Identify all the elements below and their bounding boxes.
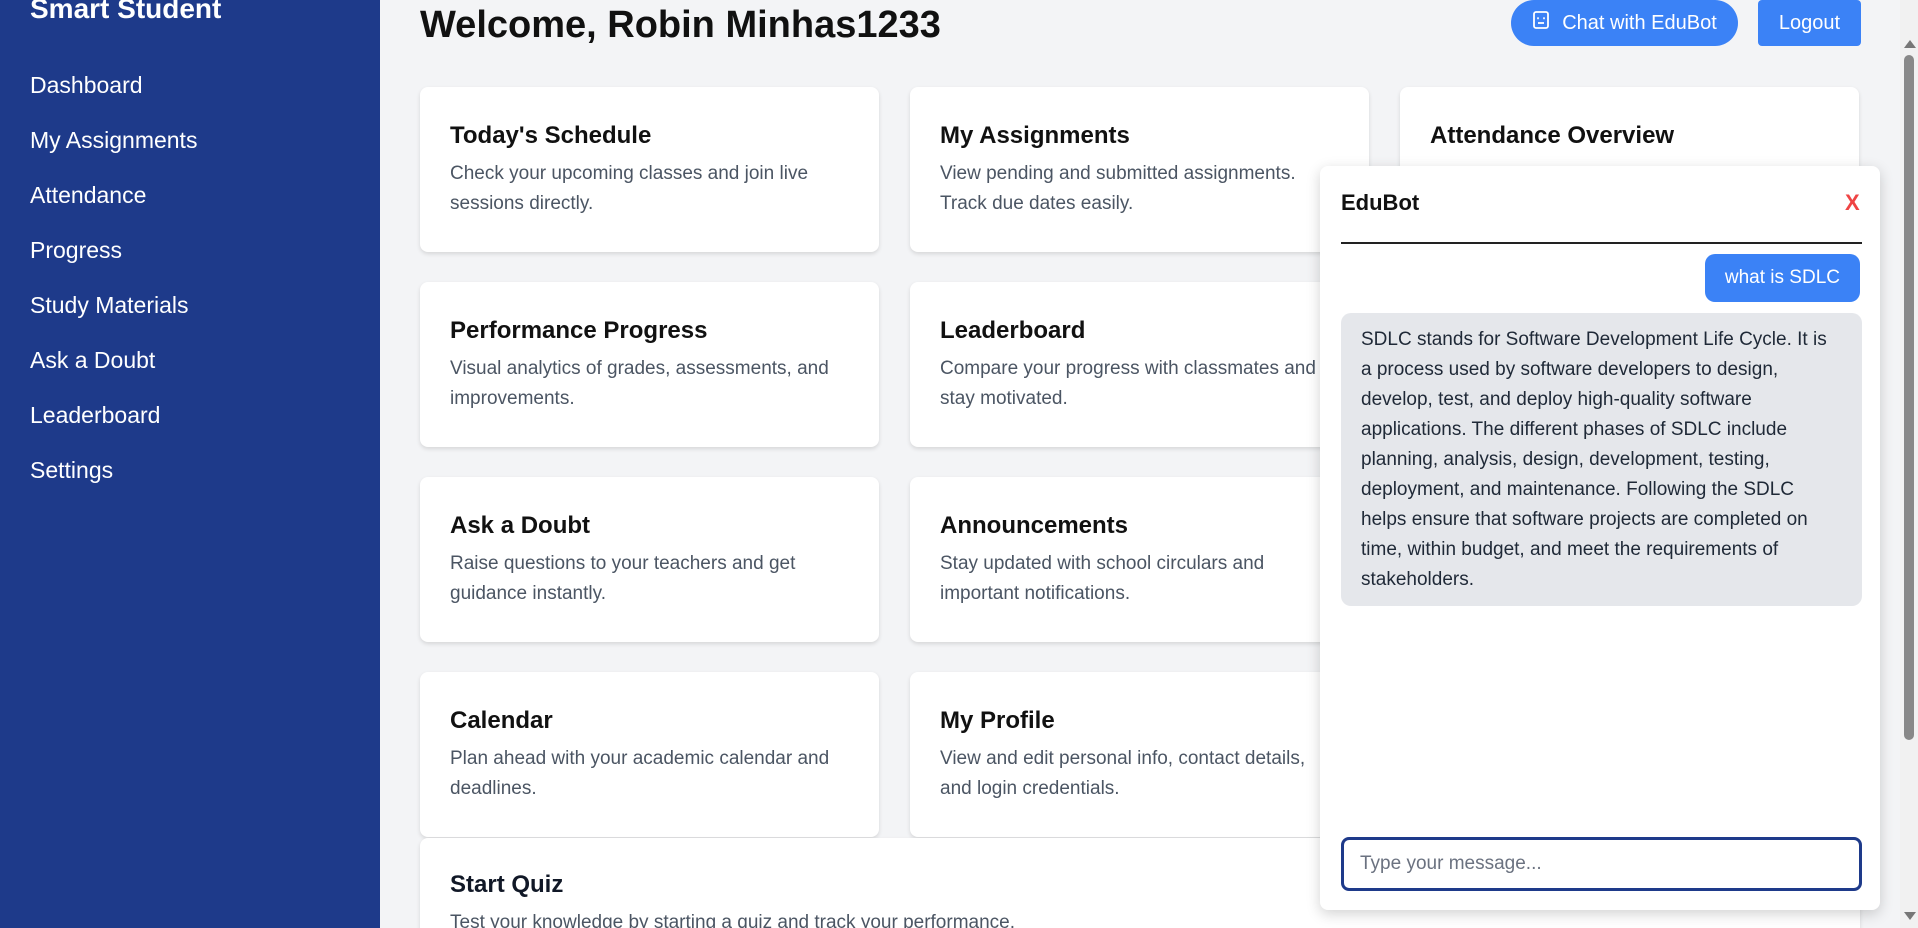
card-description: Plan ahead with your academic calendar a… [450, 748, 830, 799]
user-message: what is SDLC [1704, 254, 1860, 302]
sidebar-item-ask-a-doubt[interactable]: Ask a Doubt [30, 340, 197, 395]
edubot-chat-panel: EduBot X what is SDLC SDLC stands for So… [1320, 166, 1880, 910]
card-title: Today's Schedule [450, 122, 652, 149]
card-leaderboard[interactable]: Leaderboard Compare your progress with c… [910, 282, 1369, 447]
card-todays-schedule[interactable]: Today's Schedule Check your upcoming cla… [420, 87, 879, 252]
page-scrollbar[interactable] [1900, 0, 1918, 928]
card-description: Stay updated with school circulars and i… [940, 553, 1265, 604]
chat-button-label: Chat with EduBot [1562, 11, 1717, 34]
brand-title: Smart Student [30, 0, 222, 24]
card-description: Visual analytics of grades, assessments,… [450, 358, 829, 409]
card-title: Attendance Overview [1430, 122, 1675, 149]
chat-title: EduBot [1341, 190, 1420, 215]
chat-message-input[interactable] [1341, 837, 1862, 891]
card-title: Performance Progress [450, 317, 708, 344]
card-performance-progress[interactable]: Performance Progress Visual analytics of… [420, 282, 879, 447]
page-title: Welcome, Robin Minhas1233 [420, 4, 941, 46]
chat-divider [1341, 242, 1862, 244]
card-announcements[interactable]: Announcements Stay updated with school c… [910, 477, 1369, 642]
card-description: View and edit personal info, contact det… [940, 748, 1306, 799]
card-description: Compare your progress with classmates an… [940, 358, 1316, 409]
card-title: Leaderboard [940, 317, 1086, 344]
card-title: My Profile [940, 707, 1055, 734]
scroll-thumb[interactable] [1904, 55, 1914, 740]
card-description: Test your knowledge by starting a quiz a… [450, 912, 1016, 928]
sidebar-item-my-assignments[interactable]: My Assignments [30, 120, 197, 175]
card-description: View pending and submitted assignments. … [940, 163, 1296, 214]
card-calendar[interactable]: Calendar Plan ahead with your academic c… [420, 672, 879, 837]
card-title: Calendar [450, 707, 553, 734]
scroll-down-arrow-icon[interactable] [1904, 912, 1916, 920]
sidebar-item-settings[interactable]: Settings [30, 450, 197, 505]
logout-button[interactable]: Logout [1758, 0, 1861, 46]
chat-with-edubot-button[interactable]: Chat with EduBot [1511, 0, 1738, 46]
card-my-profile[interactable]: My Profile View and edit personal info, … [910, 672, 1369, 837]
card-title: Ask a Doubt [450, 512, 591, 539]
sidebar-item-leaderboard[interactable]: Leaderboard [30, 395, 197, 450]
card-ask-a-doubt[interactable]: Ask a Doubt Raise questions to your teac… [420, 477, 879, 642]
sidebar-nav: Dashboard My Assignments Attendance Prog… [30, 65, 197, 505]
card-my-assignments[interactable]: My Assignments View pending and submitte… [910, 87, 1369, 252]
sidebar-item-progress[interactable]: Progress [30, 230, 197, 285]
card-description: Check your upcoming classes and join liv… [450, 163, 809, 214]
close-chat-button[interactable]: X [1845, 190, 1860, 216]
sidebar: Smart Student Dashboard My Assignments A… [0, 0, 380, 928]
scroll-up-arrow-icon[interactable] [1904, 40, 1916, 48]
card-title: My Assignments [940, 122, 1130, 149]
sidebar-item-study-materials[interactable]: Study Materials [30, 285, 197, 340]
robot-icon [1532, 10, 1550, 36]
sidebar-item-dashboard[interactable]: Dashboard [30, 65, 197, 120]
sidebar-item-attendance[interactable]: Attendance [30, 175, 197, 230]
bot-message: SDLC stands for Software Development Lif… [1341, 313, 1862, 606]
card-title: Announcements [940, 512, 1129, 539]
card-description: Raise questions to your teachers and get… [450, 553, 796, 604]
